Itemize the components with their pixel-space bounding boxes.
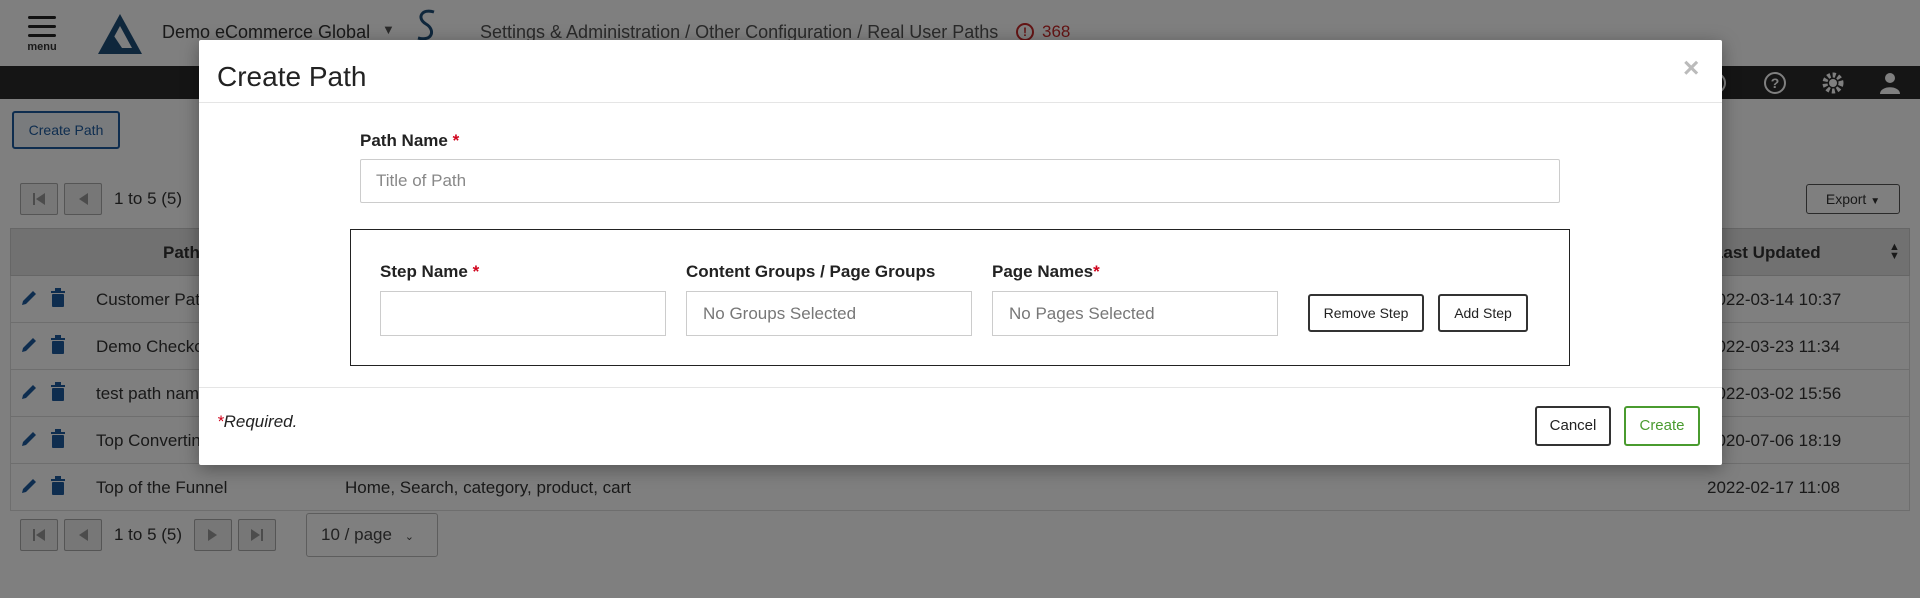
add-step-button[interactable]: Add Step	[1438, 294, 1528, 332]
step-name-label-text: Step Name	[380, 262, 468, 281]
required-note: *Required.	[217, 412, 297, 432]
content-groups-value: No Groups Selected	[703, 304, 857, 323]
close-icon[interactable]: ×	[1683, 52, 1699, 84]
modal-title: Create Path	[217, 61, 367, 92]
path-name-label-text: Path Name	[360, 131, 448, 150]
create-button[interactable]: Create	[1624, 406, 1700, 446]
page-names-label: Page Names*	[992, 262, 1100, 282]
page-names-label-text: Page Names	[992, 262, 1094, 281]
required-note-text: Required.	[223, 412, 298, 431]
divider	[199, 387, 1722, 388]
content-groups-select[interactable]: No Groups Selected	[686, 291, 972, 336]
required-marker: *	[1093, 262, 1100, 281]
required-marker: *	[217, 412, 224, 431]
step-row: Step Name * Content Groups / Page Groups…	[350, 229, 1570, 366]
path-name-input[interactable]	[360, 159, 1560, 203]
divider	[199, 102, 1722, 103]
remove-step-button[interactable]: Remove Step	[1308, 294, 1424, 332]
create-path-modal: Create Path × Path Name * Step Name * Co…	[199, 40, 1722, 465]
page-names-value: No Pages Selected	[1009, 304, 1155, 323]
required-marker: *	[472, 262, 480, 281]
page-names-select[interactable]: No Pages Selected	[992, 291, 1278, 336]
step-name-input[interactable]	[380, 291, 666, 336]
required-marker: *	[452, 131, 460, 150]
path-name-label: Path Name *	[360, 131, 459, 151]
content-groups-label: Content Groups / Page Groups	[686, 262, 936, 281]
step-name-label: Step Name *	[380, 262, 479, 282]
cancel-button[interactable]: Cancel	[1535, 406, 1611, 446]
